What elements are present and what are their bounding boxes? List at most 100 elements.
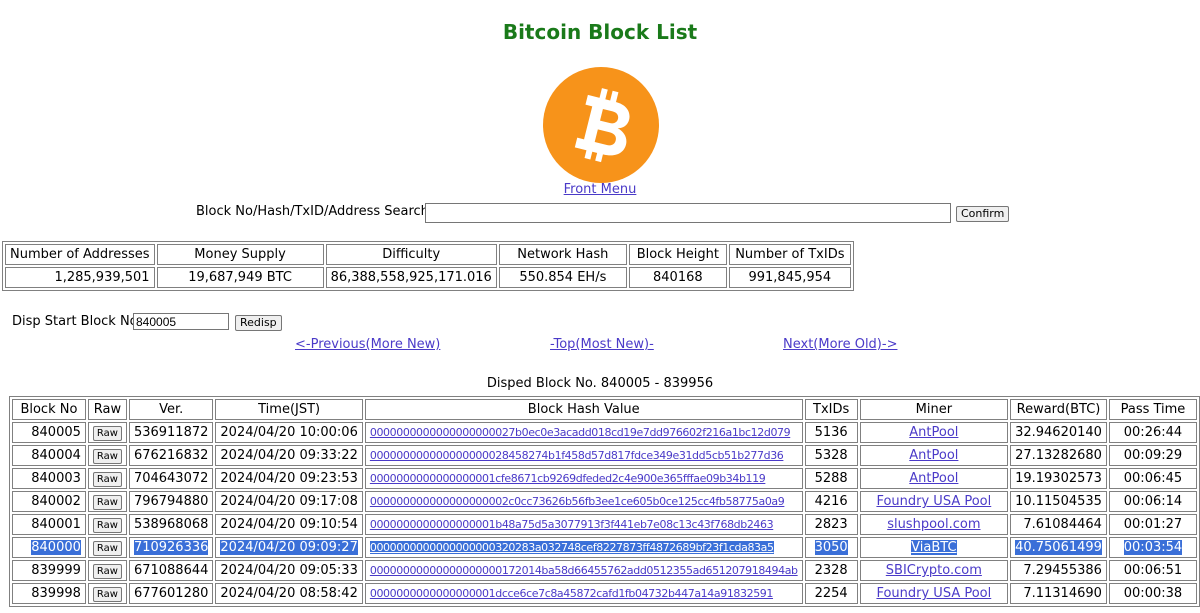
block-hash-link[interactable]: 0000000000000000000027b0ec0e3acadd018cd1… (370, 426, 791, 439)
confirm-button[interactable]: Confirm (956, 206, 1010, 222)
col-txids: TxIDs (804, 399, 858, 420)
previous-link[interactable]: <-Previous(More New) (295, 337, 440, 352)
block-time: 2024/04/20 09:23:53 (220, 471, 358, 486)
raw-button[interactable]: Raw (92, 494, 122, 510)
reward-cell: 27.13282680 (1010, 445, 1107, 466)
block-row: 839998 Raw 677601280 2024/04/20 08:58:42 000… (12, 583, 1197, 604)
block-hash-link[interactable]: 0000000000000000000320283a032748cef82278… (369, 541, 774, 554)
raw-cell: Raw (87, 537, 127, 558)
next-link[interactable]: Next(More Old)-> (783, 337, 897, 352)
block-reward: 10.11504535 (1015, 494, 1102, 509)
miner-cell: ViaBTC (859, 537, 1009, 558)
reward-cell: 7.11314690 (1010, 583, 1107, 604)
txids-cell: 2254 (804, 583, 858, 604)
block-version: 677601280 (133, 586, 209, 601)
block-reward: 19.19302573 (1015, 471, 1102, 486)
block-version: 671088644 (133, 563, 209, 578)
stats-value-network-hash: 550.854 EH/s (498, 267, 627, 288)
hash-cell: 0000000000000000001cfe8671cb9269dfeded2c… (364, 468, 803, 489)
miner-link[interactable]: SBICrypto.com (886, 563, 982, 578)
time-cell: 2024/04/20 09:09:27 (215, 537, 363, 558)
block-time: 2024/04/20 09:33:22 (220, 448, 358, 463)
front-menu-link[interactable]: Front Menu (0, 182, 1200, 197)
hash-cell: 0000000000000000001dcce6ce7c8a45872cafd1… (364, 583, 803, 604)
block-hash-link[interactable]: 0000000000000000001b48a75d5a3077913f3f44… (370, 518, 774, 531)
raw-cell: Raw (87, 445, 127, 466)
raw-button[interactable]: Raw (92, 517, 122, 533)
block-txids: 5328 (814, 448, 848, 463)
disped-range-label: Disped Block No. 840005 - 839956 (486, 376, 714, 391)
raw-cell: Raw (87, 583, 127, 604)
block-hash-link[interactable]: 0000000000000000001dcce6ce7c8a45872cafd1… (370, 587, 774, 600)
miner-link[interactable]: AntPool (909, 425, 958, 440)
col-block-no: Block No (12, 399, 86, 420)
miner-link[interactable]: AntPool (909, 448, 958, 463)
txids-cell: 4216 (804, 491, 858, 512)
raw-button[interactable]: Raw (92, 586, 122, 602)
txids-cell: 5288 (804, 468, 858, 489)
raw-cell: Raw (87, 468, 127, 489)
block-time: 2024/04/20 09:10:54 (220, 517, 358, 532)
miner-link[interactable]: slushpool.com (887, 517, 980, 532)
miner-link[interactable]: ViaBTC (911, 540, 957, 555)
col-block-hash: Block Hash Value (364, 399, 803, 420)
miner-link[interactable]: Foundry USA Pool (876, 586, 991, 601)
miner-cell: SBICrypto.com (859, 560, 1009, 581)
disp-start-input[interactable] (133, 313, 229, 330)
block-pass-time: 00:00:38 (1123, 586, 1183, 601)
time-cell: 2024/04/20 08:58:42 (215, 583, 363, 604)
raw-cell: Raw (87, 491, 127, 512)
stats-value-block-height: 840168 (628, 267, 727, 288)
block-no: 840000 (31, 540, 81, 555)
miner-link[interactable]: AntPool (909, 471, 958, 486)
bitcoin-logo-icon (543, 67, 659, 183)
miner-link[interactable]: Foundry USA Pool (876, 494, 991, 509)
search-input[interactable] (425, 203, 951, 223)
block-no-cell: 840001 (12, 514, 86, 535)
block-txids: 2254 (814, 586, 848, 601)
col-miner: Miner (859, 399, 1009, 420)
reward-cell: 40.75061499 (1010, 537, 1107, 558)
block-txids: 5136 (814, 425, 848, 440)
stats-header-block-height: Block Height (628, 244, 727, 265)
pass-time-cell: 00:26:44 (1108, 422, 1197, 443)
top-link[interactable]: -Top(Most New)- (550, 337, 654, 352)
reward-cell: 19.19302573 (1010, 468, 1107, 489)
block-pass-time: 00:06:14 (1123, 494, 1183, 509)
block-reward: 7.61084464 (1023, 517, 1102, 532)
pass-time-cell: 00:03:54 (1108, 537, 1197, 558)
block-no-cell: 840000 (12, 537, 86, 558)
stats-header-addresses: Number of Addresses (5, 244, 155, 265)
pass-time-cell: 00:01:27 (1108, 514, 1197, 535)
disp-start-label: Disp Start Block No (12, 314, 138, 329)
block-no: 840005 (31, 425, 81, 440)
block-table-header: Block No Raw Ver. Time(JST) Block Hash V… (12, 399, 1197, 420)
block-hash-link[interactable]: 000000000000000000028458274b1f458d57d817… (370, 449, 784, 462)
hash-cell: 0000000000000000000320283a032748cef82278… (364, 537, 803, 558)
block-pass-time: 00:09:29 (1123, 448, 1183, 463)
raw-button[interactable]: Raw (92, 425, 122, 441)
block-time: 2024/04/20 09:09:27 (220, 540, 358, 555)
raw-button[interactable]: Raw (92, 448, 122, 464)
stats-value-money-supply: 19,687,949 BTC (156, 267, 324, 288)
block-version: 710926336 (133, 540, 209, 555)
raw-button[interactable]: Raw (92, 471, 122, 487)
block-no-cell: 839998 (12, 583, 86, 604)
block-hash-link[interactable]: 0000000000000000001cfe8671cb9269dfeded2c… (370, 472, 766, 485)
block-row: 840003 Raw 704643072 2024/04/20 09:23:53 000… (12, 468, 1197, 489)
block-hash-link[interactable]: 00000000000000000000172014ba58d66455762a… (370, 564, 798, 577)
time-cell: 2024/04/20 09:10:54 (215, 514, 363, 535)
redisp-button[interactable]: Redisp (235, 315, 282, 331)
block-pass-time: 00:01:27 (1123, 517, 1183, 532)
raw-button[interactable]: Raw (92, 540, 122, 556)
hash-cell: 0000000000000000001b48a75d5a3077913f3f44… (364, 514, 803, 535)
block-row: 840004 Raw 676216832 2024/04/20 09:33:22 000… (12, 445, 1197, 466)
raw-button[interactable]: Raw (92, 563, 122, 579)
block-txids: 2823 (814, 517, 848, 532)
block-pass-time: 00:06:45 (1123, 471, 1183, 486)
time-cell: 2024/04/20 09:17:08 (215, 491, 363, 512)
block-no: 839999 (31, 563, 81, 578)
block-hash-link[interactable]: 000000000000000000002c0cc73626b56fb3ee1c… (370, 495, 785, 508)
block-table-body: 840005 Raw 536911872 2024/04/20 10:00:06 000… (12, 422, 1197, 604)
block-no-cell: 839999 (12, 560, 86, 581)
